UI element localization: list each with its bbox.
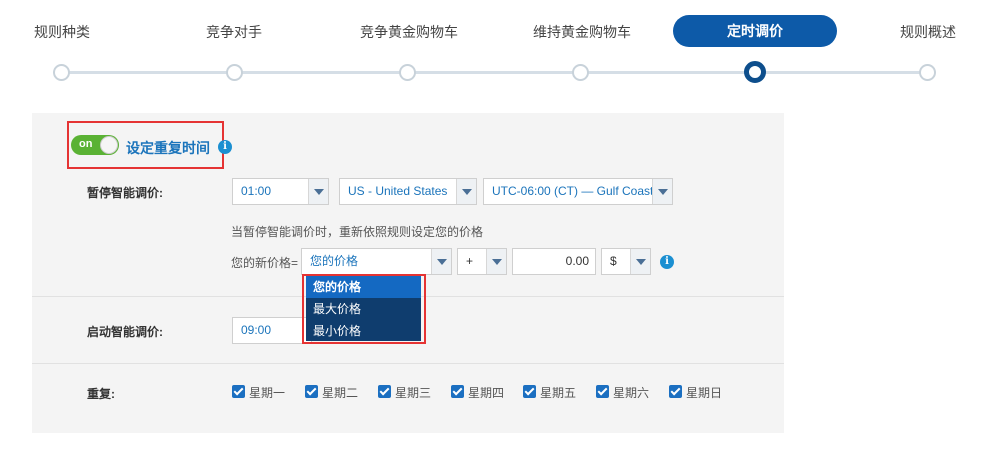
- checkbox-checked-icon[interactable]: [523, 385, 536, 398]
- price-base-value: 您的价格: [310, 254, 359, 268]
- checkbox-label: 星期三: [395, 386, 432, 400]
- step-dot-4[interactable]: [572, 64, 589, 81]
- resume-time-value: 09:00: [241, 323, 272, 337]
- resume-time-select[interactable]: 09:00: [232, 317, 312, 344]
- checkbox-label: 星期一: [249, 386, 286, 400]
- step-compete-buybox[interactable]: 竞争黄金购物车: [360, 22, 458, 42]
- checkbox-checked-icon[interactable]: [596, 385, 609, 398]
- divider: [32, 363, 784, 364]
- checkbox-label: 星期四: [468, 386, 505, 400]
- amount-input[interactable]: 0.00: [512, 248, 596, 275]
- schedule-title: 设定重复时间: [126, 140, 210, 156]
- checkbox-checked-icon[interactable]: [305, 385, 318, 398]
- chevron-down-icon[interactable]: [456, 179, 476, 204]
- highlight-frame-dropdown: [302, 274, 426, 344]
- step-dot-6[interactable]: [919, 64, 936, 81]
- step-dot-5-active[interactable]: [744, 61, 766, 83]
- step-scheduled-pricing[interactable]: 定时调价: [673, 15, 837, 47]
- timezone-select[interactable]: UTC-06:00 (CT) — Gulf Coast: [483, 178, 673, 205]
- info-icon[interactable]: i: [660, 255, 674, 269]
- unit-select[interactable]: $: [601, 248, 651, 275]
- toggle-knob: [100, 136, 118, 154]
- operator-select[interactable]: +: [457, 248, 507, 275]
- resume-label: 启动智能调价:: [87, 325, 163, 339]
- pause-label: 暂停智能调价:: [87, 186, 163, 200]
- new-price-label: 您的新价格=: [231, 256, 299, 270]
- checkbox-label: 星期日: [686, 386, 723, 400]
- step-dot-1[interactable]: [53, 64, 70, 81]
- price-base-select[interactable]: 您的价格: [301, 248, 452, 275]
- repeat-label: 重复:: [87, 387, 115, 401]
- checkbox-checked-icon[interactable]: [378, 385, 391, 398]
- checkbox-checked-icon[interactable]: [232, 385, 245, 398]
- country-select[interactable]: US - United States: [339, 178, 477, 205]
- chevron-down-icon[interactable]: [652, 179, 672, 204]
- checkbox-checked-icon[interactable]: [669, 385, 682, 398]
- step-rule-summary[interactable]: 规则概述: [900, 22, 956, 42]
- info-icon[interactable]: i: [218, 140, 232, 154]
- checkbox-label: 星期五: [540, 386, 577, 400]
- timezone-value: UTC-06:00 (CT) — Gulf Coast: [492, 184, 654, 198]
- checkbox-label: 星期二: [322, 386, 359, 400]
- step-dot-3[interactable]: [399, 64, 416, 81]
- chevron-down-icon[interactable]: [630, 249, 650, 274]
- chevron-down-icon[interactable]: [308, 179, 328, 204]
- step-dot-2[interactable]: [226, 64, 243, 81]
- chevron-down-icon[interactable]: [431, 249, 451, 274]
- step-competitors[interactable]: 竞争对手: [206, 22, 262, 42]
- checkbox-label: 星期六: [613, 386, 650, 400]
- chevron-down-icon[interactable]: [486, 249, 506, 274]
- toggle-label: on: [79, 138, 93, 150]
- repeat-schedule-toggle[interactable]: on: [71, 135, 119, 155]
- stepper-track: [62, 71, 928, 74]
- step-rule-type[interactable]: 规则种类: [34, 22, 90, 42]
- pause-hint: 当暂停智能调价时，重新依照规则设定您的价格: [231, 225, 484, 239]
- step-keep-buybox[interactable]: 维持黄金购物车: [533, 22, 631, 42]
- checkbox-checked-icon[interactable]: [451, 385, 464, 398]
- pause-time-select[interactable]: 01:00: [232, 178, 329, 205]
